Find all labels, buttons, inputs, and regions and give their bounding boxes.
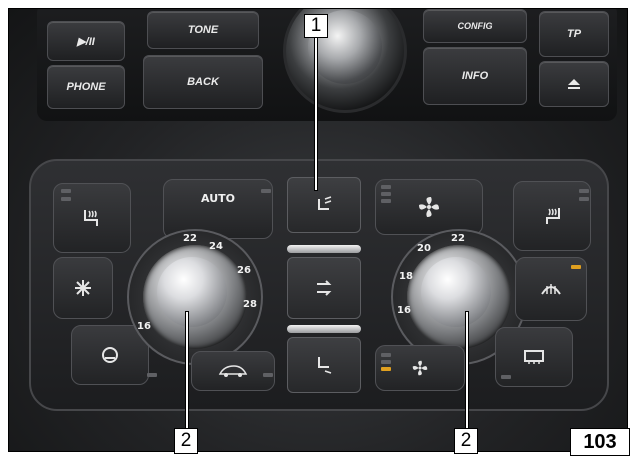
led-indicator (381, 199, 391, 203)
led-indicator-active (381, 367, 391, 371)
fan-small-icon (412, 360, 428, 376)
scale-label: 22 (451, 233, 465, 244)
scale-label: 16 (137, 321, 151, 332)
dashboard-photo: ▶/II PHONE TONE BACK CONFIG INFO TP AUTO (8, 8, 628, 452)
leader-line-1 (315, 34, 317, 190)
chrome-divider (287, 325, 361, 333)
airflow-floor-icon (318, 357, 332, 374)
air-quality-icon (102, 347, 118, 363)
volume-knob[interactable] (283, 9, 407, 113)
led-indicator (261, 189, 271, 193)
led-indicator-active (571, 265, 581, 269)
led-indicator (61, 197, 71, 201)
callout-number: 1 (310, 15, 322, 36)
auto-label: AUTO (201, 192, 235, 205)
led-indicator (381, 353, 391, 357)
left-temperature-knob[interactable]: 22 24 26 28 16 (127, 229, 263, 365)
rear-climate-button[interactable] (191, 351, 275, 391)
scale-label: 28 (243, 299, 257, 310)
scale-label: 16 (397, 305, 411, 316)
scale-label: 24 (209, 241, 223, 252)
callout-2-left: 2 (174, 428, 198, 454)
phone-label: PHONE (66, 81, 106, 93)
seat-heat-icon (84, 210, 98, 226)
led-indicator (61, 189, 71, 193)
scale-label: 22 (183, 233, 197, 244)
seat-heat-icon (546, 208, 560, 224)
ac-button[interactable] (53, 257, 113, 319)
callout-2-right: 2 (454, 428, 478, 454)
leader-line-2-right (466, 312, 468, 428)
play-pause-label: ▶/II (77, 35, 95, 48)
scale-label: 18 (399, 271, 413, 282)
callout-number: 2 (180, 430, 192, 451)
callout-number: 2 (460, 430, 472, 451)
tone-label: TONE (187, 24, 219, 36)
scale-label: 26 (237, 265, 251, 276)
led-indicator (381, 360, 391, 364)
led-indicator (579, 197, 589, 201)
car-airflow-icon (218, 365, 248, 377)
config-button[interactable]: CONFIG (423, 9, 527, 43)
callout-1: 1 (304, 14, 328, 38)
led-indicator (579, 189, 589, 193)
led-indicator (381, 185, 391, 189)
config-label: CONFIG (457, 21, 493, 31)
chrome-divider (287, 245, 361, 253)
eject-icon (568, 79, 580, 89)
figure-number: 103 (570, 428, 630, 456)
eject-button[interactable] (539, 61, 609, 107)
heated-seat-left-button[interactable] (53, 183, 131, 253)
airflow-upper-icon (318, 196, 332, 210)
led-indicator (147, 373, 157, 377)
defrost-front-icon (541, 284, 561, 295)
info-label: INFO (461, 70, 489, 82)
fan-icon (419, 197, 439, 217)
airflow-windscreen-button[interactable] (287, 177, 361, 233)
tone-button[interactable]: TONE (147, 11, 259, 49)
airflow-middle-icon (317, 280, 332, 296)
scale-label: 20 (417, 243, 431, 254)
back-button[interactable]: BACK (143, 55, 263, 109)
back-label: BACK (187, 76, 219, 88)
leader-line-2-left (186, 312, 188, 428)
play-pause-button[interactable]: ▶/II (47, 21, 125, 61)
fan-speed-button[interactable] (375, 179, 483, 235)
snowflake-icon (75, 280, 91, 296)
airflow-body-button[interactable] (287, 257, 361, 319)
defrost-rear-icon (524, 350, 544, 364)
tp-label: TP (566, 28, 582, 40)
info-button[interactable]: INFO (423, 47, 527, 105)
led-indicator (381, 192, 391, 196)
airflow-floor-button[interactable] (287, 337, 361, 393)
climate-panel: AUTO 22 24 26 28 16 16 18 20 22 (29, 159, 609, 411)
tp-button[interactable]: TP (539, 11, 609, 57)
led-indicator (263, 373, 273, 377)
led-indicator (501, 375, 511, 379)
phone-button[interactable]: PHONE (47, 65, 125, 109)
